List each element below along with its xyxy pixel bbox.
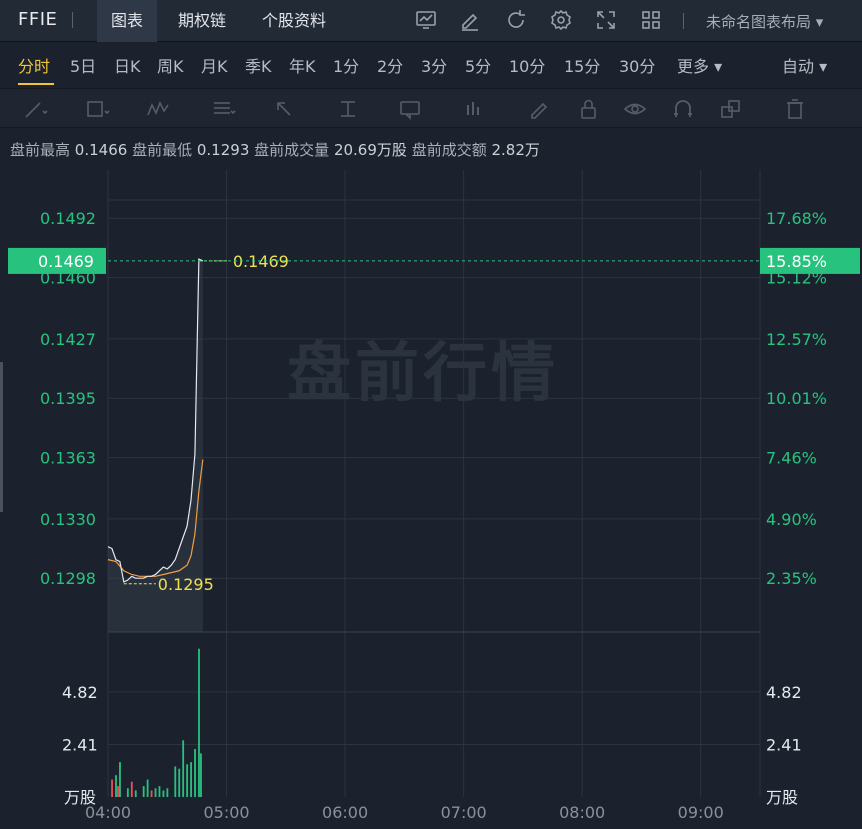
volume-bar bbox=[174, 766, 177, 797]
price-tick-label: 0.1395 bbox=[40, 389, 96, 408]
volume-bar bbox=[126, 788, 129, 797]
price-tick-label: 0.1492 bbox=[40, 209, 96, 228]
volume-bar bbox=[119, 762, 121, 797]
volume-bar bbox=[162, 790, 165, 797]
price-tick-label: 0.1330 bbox=[40, 510, 96, 529]
time-tick-label: 04:00 bbox=[85, 803, 131, 822]
min-marker-label: 0.1295 bbox=[158, 575, 214, 594]
price-tick-label: 0.1427 bbox=[40, 330, 96, 349]
pct-tick-label: 12.57% bbox=[766, 330, 827, 349]
volume-bar bbox=[134, 790, 137, 797]
price-tick-label: 0.1298 bbox=[40, 569, 96, 588]
volume-bar bbox=[190, 762, 192, 797]
volume-tick-label-right: 4.82 bbox=[766, 683, 802, 702]
volume-bar bbox=[186, 764, 189, 797]
current-pct-label: 15.85% bbox=[766, 252, 827, 271]
volume-bar bbox=[158, 786, 161, 797]
time-tick-label: 06:00 bbox=[322, 803, 368, 822]
volume-unit-label-right: 万股 bbox=[766, 788, 798, 807]
volume-bar bbox=[198, 648, 200, 797]
volume-tick-label-right: 2.41 bbox=[766, 735, 802, 754]
volume-bar bbox=[200, 753, 202, 797]
volume-bar bbox=[154, 788, 157, 797]
volume-bar bbox=[182, 740, 185, 797]
volume-bar bbox=[142, 786, 145, 797]
volume-bar bbox=[166, 788, 169, 797]
time-tick-label: 07:00 bbox=[441, 803, 487, 822]
volume-bar bbox=[146, 779, 149, 797]
pct-tick-label: 7.46% bbox=[766, 449, 817, 468]
volume-bar bbox=[111, 779, 113, 797]
volume-bar bbox=[130, 781, 133, 797]
intraday-chart[interactable]: 0.1492 17.68%0.1460 15.12%0.1427 12.57%0.13… bbox=[0, 0, 862, 829]
pct-tick-label: 17.68% bbox=[766, 209, 827, 228]
price-tick-label: 0.1363 bbox=[40, 449, 96, 468]
volume-bar bbox=[194, 749, 196, 797]
volume-tick-label: 2.41 bbox=[62, 735, 98, 754]
volume-bar bbox=[150, 790, 153, 797]
pct-tick-label: 10.01% bbox=[766, 389, 827, 408]
volume-bar bbox=[117, 786, 119, 797]
current-price-label: 0.1469 bbox=[38, 252, 94, 271]
pct-tick-label: 2.35% bbox=[766, 569, 817, 588]
time-tick-label: 05:00 bbox=[203, 803, 249, 822]
time-tick-label: 09:00 bbox=[678, 803, 724, 822]
volume-bar bbox=[178, 768, 181, 797]
volume-bar bbox=[115, 775, 117, 797]
volume-tick-label: 4.82 bbox=[62, 683, 98, 702]
time-tick-label: 08:00 bbox=[559, 803, 605, 822]
pct-tick-label: 4.90% bbox=[766, 510, 817, 529]
